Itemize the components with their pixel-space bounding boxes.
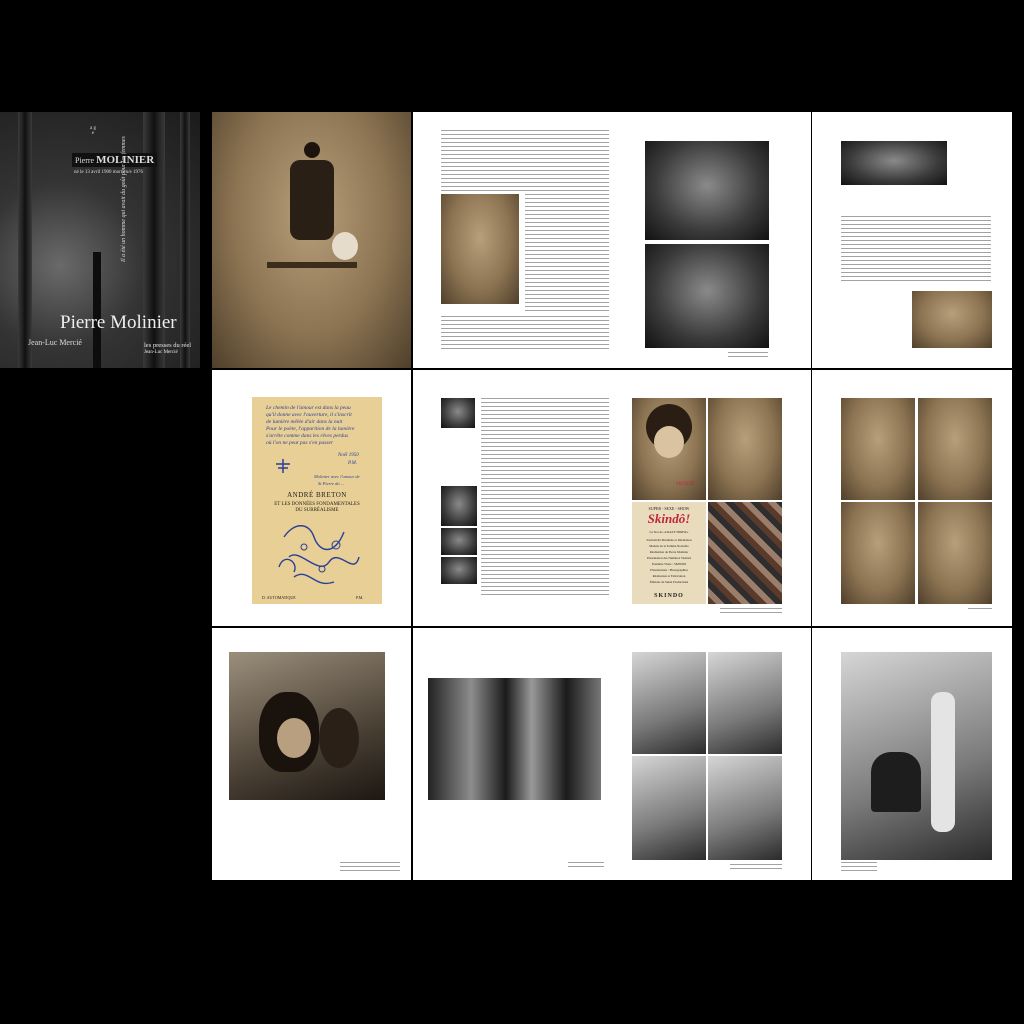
signature-initials: P.M. <box>348 461 358 466</box>
poster-line: Exclusivité Mondiale et Révélation <box>646 538 692 542</box>
text-block <box>441 316 609 352</box>
photo-thumb <box>441 486 477 526</box>
poster-line: Réalisation et Fabrication <box>652 574 686 578</box>
poster-line: Présentation des Numéros Variétés <box>646 556 692 560</box>
photo-figure-standing <box>931 692 955 832</box>
photo-figure-bent <box>871 752 921 812</box>
hand-line: de lumière mêlée d'air dans la nuit <box>266 419 343 425</box>
cover-first-name: Pierre <box>75 156 95 165</box>
hand-line: où l'on ne peut pas s'en passer <box>266 440 334 446</box>
photo-bedroom-1 <box>645 141 769 240</box>
photo-portrait-a <box>841 398 915 500</box>
handwritten-dedication: Le chemin de l'amour est dans la peau qu… <box>266 405 355 447</box>
photo-portrait-d <box>918 502 992 604</box>
text-block <box>525 194 609 314</box>
poster-line: La Star de «CRAZY HORSE» <box>649 530 689 534</box>
photo-thumb <box>441 528 477 555</box>
photo-table <box>267 262 357 268</box>
publisher-sub: Jean-Luc Mercié <box>144 350 178 355</box>
caption-block <box>568 862 604 870</box>
photo-collage-women-b <box>428 678 601 800</box>
caption-block <box>720 608 782 616</box>
hand-line: Pour le poète, l'apparition de la lumièr… <box>266 426 355 432</box>
photo-couple-standing <box>708 652 782 754</box>
book-cover: a g e Pierre MOLINIER né le 13 avril 190… <box>0 112 200 368</box>
cover-author: Jean-Luc Mercié <box>28 338 82 347</box>
photo-woman-portrait: SKINDÔ <box>632 398 706 500</box>
caption-block <box>340 862 400 872</box>
hand-line: s'arrête comme dans les rêves perdus <box>266 433 349 439</box>
photo-flowers <box>332 232 358 260</box>
text-block <box>481 398 609 598</box>
photo-signature: SKINDÔ <box>676 482 695 487</box>
hand-line: qu'il donne avec l'ouverture, il s'inscr… <box>266 412 352 418</box>
photo-woman-portrait-2 <box>708 398 782 500</box>
cover-tree-trunk <box>180 112 190 368</box>
caption-block <box>968 608 992 612</box>
photo-street-arch <box>632 756 706 860</box>
breton-dedication-card: Le chemin de l'amour est dans la peau qu… <box>252 397 382 604</box>
signature-date: Noël 1950 <box>338 453 359 458</box>
photo-collage-women-a <box>229 652 385 800</box>
poster-line: Modèle de la Femme Nouvelle <box>649 544 689 548</box>
card-footer: D. AUTOMATIQUE <box>262 595 296 600</box>
cover-title: Pierre Molinier <box>60 312 177 333</box>
photo-small-portrait <box>441 398 475 428</box>
photo-couple-street <box>708 756 782 860</box>
photo-thumb <box>441 557 477 584</box>
caption-block <box>728 352 768 358</box>
photo-collage <box>708 502 782 604</box>
cover-vertical-text: Il a été un homme qui avait du goût pour… <box>121 136 127 262</box>
automatic-drawing <box>274 517 364 591</box>
photo-masked-woman <box>212 112 411 368</box>
cover-vertical-bar <box>93 252 101 368</box>
inscription: Molinier avec l'amour de <box>314 474 360 479</box>
photo-face <box>654 426 684 458</box>
poster-line: Première Visite : SKINDO <box>651 562 687 566</box>
photo-reclining <box>912 291 992 348</box>
publisher-name: les presses du réel <box>144 342 192 349</box>
hand-line: Le chemin de l'amour est dans la peau <box>266 405 351 411</box>
poster-logo: Skindô! <box>647 511 691 526</box>
poster-line: Éditions de Sakia Productions <box>649 580 689 584</box>
cover-name-plate: Pierre MOLINIER <box>72 153 158 167</box>
poster-bottom: SKINDO <box>654 593 684 599</box>
caption-block <box>730 864 782 872</box>
card-mark: P.M. <box>356 595 364 600</box>
photo-figure-head <box>304 142 320 158</box>
photo-face <box>277 718 311 758</box>
caption-block <box>841 862 877 872</box>
photo-hair <box>319 708 359 768</box>
cover-publisher: les presses du réel Jean-Luc Mercié <box>144 342 191 356</box>
cover-dates: né le 13 avril 1900 mort en/e 1976 <box>74 170 144 175</box>
canvas: { "cover": { "title": "Pierre Molinier",… <box>0 0 1024 1024</box>
text-block <box>441 130 609 192</box>
poster-line: Réalisation de Pierre Molinier <box>649 550 689 554</box>
photo-masked-woman-small <box>441 194 519 304</box>
photo-couple <box>841 141 947 185</box>
photo-man-doorway <box>632 652 706 754</box>
photo-portrait-c <box>841 502 915 604</box>
cover-age-text: a g e <box>90 126 96 136</box>
photo-portrait-b <box>918 398 992 500</box>
poster-line: Présentations : Photographies <box>650 568 688 572</box>
breton-title: ANDRÉ BRETON <box>287 491 347 499</box>
text-block <box>841 216 991 284</box>
breton-subtitle: DU SURRÉALISME <box>295 508 339 513</box>
breton-subtitle: ET LES DONNÉES FONDAMENTALES <box>274 502 360 507</box>
inscription-2: St Pierre du ... <box>318 481 345 486</box>
photo-figure-body <box>290 160 334 240</box>
cover-tree-trunk <box>18 112 32 368</box>
skindo-poster: SUPER - SEXE - SHOW Skindô! La Star de «… <box>632 502 706 604</box>
ornament-icon <box>274 459 292 473</box>
photo-bedroom-2 <box>645 244 769 348</box>
photo-park-scene <box>841 652 992 860</box>
